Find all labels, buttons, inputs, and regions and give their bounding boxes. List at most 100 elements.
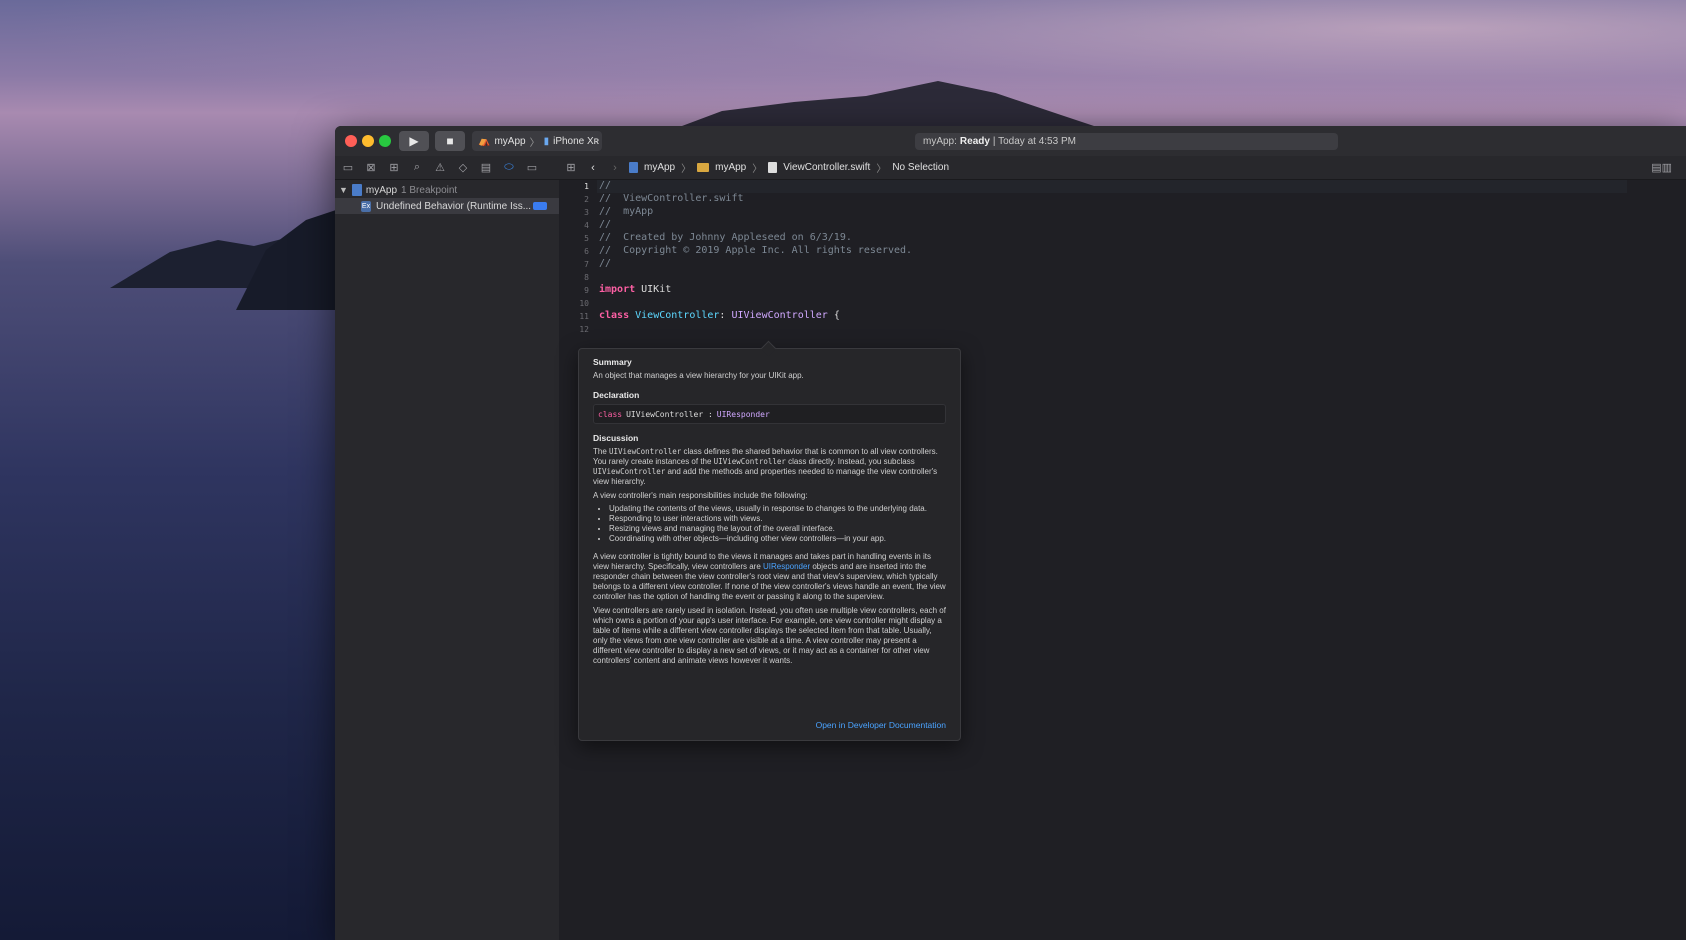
decl-name: UIViewController : [626, 409, 713, 419]
list-item: Responding to user interactions with vie… [609, 514, 946, 524]
line-number: 10 [579, 299, 589, 308]
quick-help-popover: Summary An object that manages a view hi… [578, 348, 961, 741]
activity-status: Ready [959, 136, 990, 147]
crumb-group[interactable]: myApp [715, 162, 746, 173]
chevron-right-icon: 〉 [681, 164, 692, 175]
colon: : [719, 310, 732, 321]
play-icon: ▶ [409, 134, 419, 148]
code-line: // Copyright © 2019 Apple Inc. All right… [599, 245, 913, 256]
adjust-editor-icon[interactable]: ▤▥ [1651, 161, 1672, 174]
discussion-paragraph-2: A view controller's main responsibilitie… [593, 491, 808, 500]
disclosure-triangle-icon[interactable]: ▼ [339, 185, 348, 195]
folder-icon[interactable]: ▭ [340, 160, 356, 176]
activity-prefix: myApp: [923, 136, 957, 147]
code-term: UIViewController [593, 467, 666, 476]
breakpoint-enabled-toggle[interactable] [533, 202, 547, 210]
jump-bar: ⊞ ‹ › myApp 〉 myApp 〉 ViewController.swi… [559, 156, 1686, 180]
text: class directly. Instead, you subclass [785, 457, 915, 466]
summary-text: An object that manages a view hierarchy … [593, 371, 804, 380]
symbol-icon[interactable]: ⊞ [386, 160, 402, 176]
line-number: 6 [584, 247, 589, 256]
declaration-box: class UIViewController : UIResponder [593, 404, 946, 424]
line-number: 3 [584, 208, 589, 217]
code-line-import: import UIKit [599, 284, 671, 295]
responsibilities-list: Updating the contents of the views, usua… [593, 504, 946, 544]
module-name: UIKit [635, 284, 672, 295]
code-term: UIViewController [713, 457, 786, 466]
xcode-window: ▶ ■ ⛺ myApp 〉 ▮ iPhone Xʀ myApp: Ready |… [335, 126, 1686, 940]
warning-icon[interactable]: ⚠ [432, 160, 448, 176]
uiresponder-link[interactable]: UIResponder [763, 562, 810, 571]
decl-keyword: class [598, 409, 623, 419]
line-number: 7 [584, 260, 589, 269]
code-line: // ViewController.swift [599, 193, 744, 204]
related-items-icon[interactable]: ⊞ [563, 160, 579, 176]
device-icon: ▮ [543, 135, 550, 147]
source-control-icon[interactable]: ⊠ [363, 160, 379, 176]
code-line: // [599, 258, 612, 269]
superclass-name[interactable]: UIViewController [731, 310, 827, 321]
report-icon[interactable]: ▭ [524, 160, 540, 176]
project-file-icon [629, 162, 638, 173]
scheme-device-label: iPhone Xʀ [553, 135, 600, 147]
open-brace: { [827, 310, 840, 321]
class-name: ViewController [629, 310, 720, 321]
stop-icon: ■ [446, 134, 454, 148]
line-number: 4 [584, 221, 589, 230]
swift-file-icon [768, 162, 778, 173]
project-icon [351, 184, 362, 196]
run-button[interactable]: ▶ [399, 131, 429, 151]
breakpoint-row[interactable]: Ex Undefined Behavior (Runtime Iss... [335, 198, 559, 214]
project-detail: 1 Breakpoint [401, 184, 458, 196]
scheme-selector[interactable]: ⛺ myApp 〉 ▮ iPhone Xʀ [472, 131, 602, 151]
code-line: // [599, 219, 612, 230]
decl-superclass[interactable]: UIResponder [717, 410, 770, 419]
code-line: // myApp [599, 206, 654, 217]
discussion-paragraph-1: The UIViewController class defines the s… [593, 447, 946, 487]
breakpoint-icon[interactable]: ⬭ [501, 160, 517, 176]
search-icon[interactable]: ⌕ [409, 160, 425, 176]
list-item: Resizing views and managing the layout o… [609, 524, 946, 534]
open-documentation-link[interactable]: Open in Developer Documentation [816, 720, 946, 730]
navigator-selector-bar: ▭ ⊠ ⊞ ⌕ ⚠ ◇ ▤ ⬭ ▭ [335, 156, 559, 180]
summary-heading: Summary [593, 357, 632, 367]
close-window-button[interactable] [345, 135, 357, 147]
activity-viewer: myApp: Ready | Today at 4:53 PM [915, 133, 1338, 150]
declaration-heading: Declaration [593, 390, 640, 400]
discussion-paragraph-4: View controllers are rarely used in isol… [593, 606, 946, 665]
line-number: 2 [584, 195, 589, 204]
keyword-class: class [599, 310, 630, 321]
stop-button[interactable]: ■ [435, 131, 465, 151]
toolbar: ▶ ■ ⛺ myApp 〉 ▮ iPhone Xʀ myApp: Ready |… [335, 126, 1686, 157]
line-number: 1 [584, 182, 589, 191]
chevron-right-icon: 〉 [529, 137, 540, 149]
zoom-window-button[interactable] [379, 135, 391, 147]
breakpoint-navigator: ▼ myApp 1 Breakpoint Ex Undefined Behavi… [335, 180, 560, 940]
chevron-right-icon: 〉 [876, 164, 887, 175]
crumb-project[interactable]: myApp [644, 162, 675, 173]
current-line-highlight [597, 180, 1627, 193]
project-row[interactable]: ▼ myApp 1 Breakpoint [335, 182, 559, 198]
list-item: Coordinating with other objects—includin… [609, 534, 946, 544]
text: The [593, 447, 610, 456]
discussion-heading: Discussion [593, 433, 639, 443]
code-term: UIViewController [609, 447, 682, 456]
line-number: 12 [579, 325, 589, 334]
project-name: myApp [365, 184, 398, 196]
crumb-selection[interactable]: No Selection [892, 162, 949, 173]
test-icon[interactable]: ◇ [455, 160, 471, 176]
chevron-right-icon: 〉 [752, 164, 763, 175]
folder-icon [697, 163, 710, 172]
line-number: 11 [579, 312, 589, 321]
back-arrow-icon[interactable]: ‹ [585, 160, 601, 176]
breakpoint-label: Undefined Behavior (Runtime Iss... [376, 200, 532, 212]
keyword-import: import [599, 284, 636, 295]
crumb-file[interactable]: ViewController.swift [783, 162, 870, 173]
forward-arrow-icon[interactable]: › [607, 160, 623, 176]
debug-icon[interactable]: ▤ [478, 160, 494, 176]
list-item: Updating the contents of the views, usua… [609, 504, 946, 514]
line-number: 8 [584, 273, 589, 282]
scheme-app-label: myApp [494, 135, 526, 147]
code-line: // Created by Johnny Appleseed on 6/3/19… [599, 232, 852, 243]
minimize-window-button[interactable] [362, 135, 374, 147]
